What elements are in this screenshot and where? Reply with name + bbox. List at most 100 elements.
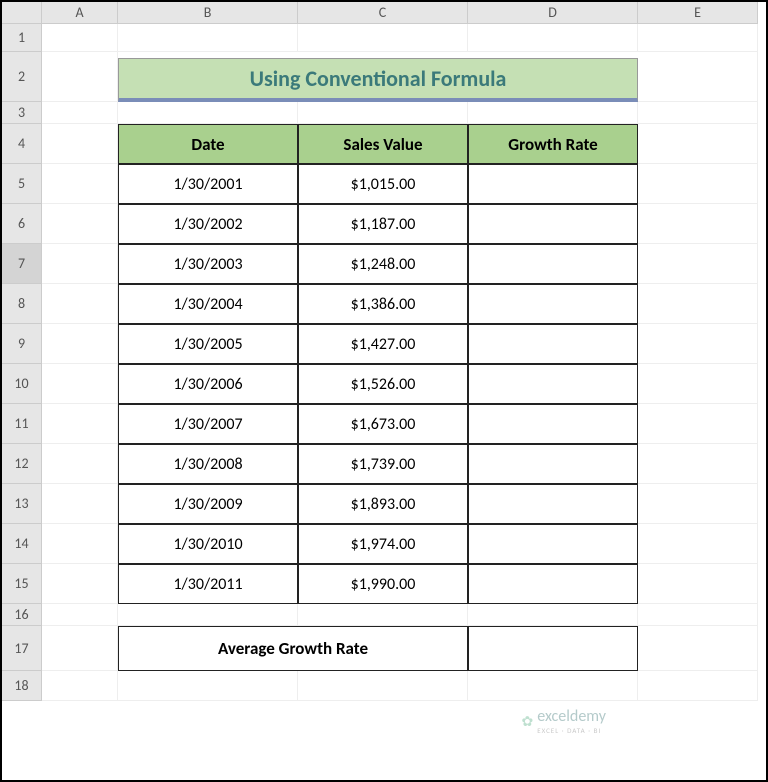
- cell-growth[interactable]: [468, 364, 638, 404]
- header-sales[interactable]: Sales Value: [298, 124, 468, 164]
- row-head-18[interactable]: 18: [2, 671, 42, 701]
- cell-C1[interactable]: [298, 24, 468, 52]
- cell-C3[interactable]: [298, 102, 468, 124]
- cell-growth[interactable]: [468, 484, 638, 524]
- cell-E10[interactable]: [638, 364, 758, 404]
- cell-sales[interactable]: $1,974.00: [298, 524, 468, 564]
- cell-E16[interactable]: [638, 604, 758, 626]
- cell-A17[interactable]: [42, 626, 118, 671]
- cell-sales[interactable]: $1,386.00: [298, 284, 468, 324]
- col-head-A[interactable]: A: [42, 2, 118, 24]
- header-growth[interactable]: Growth Rate: [468, 124, 638, 164]
- cell-sales[interactable]: $1,526.00: [298, 364, 468, 404]
- cell-B18[interactable]: [118, 671, 298, 701]
- row-head-8[interactable]: 8: [2, 284, 42, 324]
- header-date[interactable]: Date: [118, 124, 298, 164]
- row-head-5[interactable]: 5: [2, 164, 42, 204]
- cell-C18[interactable]: [298, 671, 468, 701]
- cell-C16[interactable]: [298, 604, 468, 626]
- row-head-11[interactable]: 11: [2, 404, 42, 444]
- cell-E5[interactable]: [638, 164, 758, 204]
- cell-sales[interactable]: $1,739.00: [298, 444, 468, 484]
- cell-E2[interactable]: [638, 52, 758, 102]
- cell-sales[interactable]: $1,248.00: [298, 244, 468, 284]
- cell-D16[interactable]: [468, 604, 638, 626]
- row-head-3[interactable]: 3: [2, 102, 42, 124]
- cell-A7[interactable]: [42, 244, 118, 284]
- cell-A10[interactable]: [42, 364, 118, 404]
- row-head-4[interactable]: 4: [2, 124, 42, 164]
- cell-D3[interactable]: [468, 102, 638, 124]
- cell-A3[interactable]: [42, 102, 118, 124]
- row-head-15[interactable]: 15: [2, 564, 42, 604]
- cell-sales[interactable]: $1,893.00: [298, 484, 468, 524]
- cell-date[interactable]: 1/30/2005: [118, 324, 298, 364]
- row-head-6[interactable]: 6: [2, 204, 42, 244]
- cell-date[interactable]: 1/30/2006: [118, 364, 298, 404]
- cell-E11[interactable]: [638, 404, 758, 444]
- cell-A5[interactable]: [42, 164, 118, 204]
- cell-growth[interactable]: [468, 404, 638, 444]
- cell-sales[interactable]: $1,673.00: [298, 404, 468, 444]
- cell-growth[interactable]: [468, 244, 638, 284]
- cell-B3[interactable]: [118, 102, 298, 124]
- cell-A18[interactable]: [42, 671, 118, 701]
- col-head-B[interactable]: B: [118, 2, 298, 24]
- cell-growth[interactable]: [468, 564, 638, 604]
- cell-growth[interactable]: [468, 284, 638, 324]
- cell-date[interactable]: 1/30/2008: [118, 444, 298, 484]
- row-head-9[interactable]: 9: [2, 324, 42, 364]
- cell-sales[interactable]: $1,427.00: [298, 324, 468, 364]
- cell-E7[interactable]: [638, 244, 758, 284]
- cell-growth[interactable]: [468, 524, 638, 564]
- cell-growth[interactable]: [468, 444, 638, 484]
- cell-A4[interactable]: [42, 124, 118, 164]
- cell-A9[interactable]: [42, 324, 118, 364]
- cell-A12[interactable]: [42, 444, 118, 484]
- cell-E12[interactable]: [638, 444, 758, 484]
- cell-E9[interactable]: [638, 324, 758, 364]
- cell-A13[interactable]: [42, 484, 118, 524]
- cell-E13[interactable]: [638, 484, 758, 524]
- cell-E1[interactable]: [638, 24, 758, 52]
- cell-growth[interactable]: [468, 204, 638, 244]
- cell-date[interactable]: 1/30/2002: [118, 204, 298, 244]
- avg-growth-value[interactable]: [468, 626, 638, 671]
- col-head-E[interactable]: E: [638, 2, 758, 24]
- cell-B1[interactable]: [118, 24, 298, 52]
- cell-B16[interactable]: [118, 604, 298, 626]
- cell-A14[interactable]: [42, 524, 118, 564]
- cell-E6[interactable]: [638, 204, 758, 244]
- cell-growth[interactable]: [468, 324, 638, 364]
- cell-date[interactable]: 1/30/2004: [118, 284, 298, 324]
- row-head-16[interactable]: 16: [2, 604, 42, 626]
- cell-date[interactable]: 1/30/2003: [118, 244, 298, 284]
- row-head-10[interactable]: 10: [2, 364, 42, 404]
- cell-growth[interactable]: [468, 164, 638, 204]
- row-head-17[interactable]: 17: [2, 626, 42, 671]
- cell-E3[interactable]: [638, 102, 758, 124]
- select-all-corner[interactable]: [2, 2, 42, 24]
- cell-A11[interactable]: [42, 404, 118, 444]
- cell-E18[interactable]: [638, 671, 758, 701]
- cell-date[interactable]: 1/30/2009: [118, 484, 298, 524]
- avg-growth-label[interactable]: Average Growth Rate: [118, 626, 468, 671]
- cell-D18[interactable]: [468, 671, 638, 701]
- row-head-14[interactable]: 14: [2, 524, 42, 564]
- row-head-7[interactable]: 7: [2, 244, 42, 284]
- cell-A16[interactable]: [42, 604, 118, 626]
- row-head-2[interactable]: 2: [2, 52, 42, 102]
- cell-A15[interactable]: [42, 564, 118, 604]
- cell-A2[interactable]: [42, 52, 118, 102]
- col-head-C[interactable]: C: [298, 2, 468, 24]
- cell-D1[interactable]: [468, 24, 638, 52]
- row-head-12[interactable]: 12: [2, 444, 42, 484]
- cell-E17[interactable]: [638, 626, 758, 671]
- row-head-1[interactable]: 1: [2, 24, 42, 52]
- cell-sales[interactable]: $1,015.00: [298, 164, 468, 204]
- cell-E15[interactable]: [638, 564, 758, 604]
- cell-E14[interactable]: [638, 524, 758, 564]
- row-head-13[interactable]: 13: [2, 484, 42, 524]
- cell-E4[interactable]: [638, 124, 758, 164]
- cell-date[interactable]: 1/30/2007: [118, 404, 298, 444]
